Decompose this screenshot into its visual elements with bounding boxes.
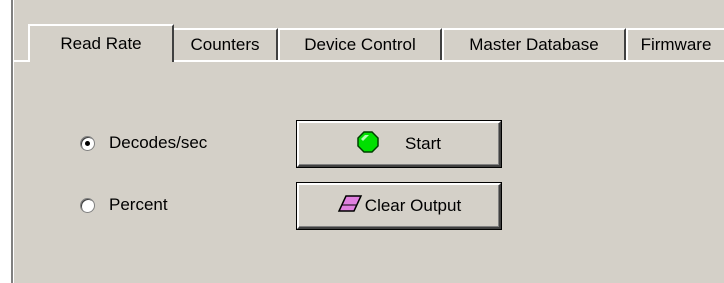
green-octagon-icon <box>357 130 379 158</box>
tab-firmware[interactable]: Firmware <box>626 28 724 60</box>
radio-circle-icon[interactable] <box>80 197 95 213</box>
tab-read-rate[interactable]: Read Rate <box>28 24 174 62</box>
radio-percent[interactable]: Percent <box>80 193 168 217</box>
tab-device-control[interactable]: Device Control <box>278 28 442 60</box>
clear-output-button-label: Clear Output <box>364 196 462 215</box>
radio-circle-icon[interactable] <box>80 135 95 151</box>
radio-selected-dot-icon <box>85 140 90 146</box>
radio-label: Percent <box>109 195 168 214</box>
tab-label: Device Control <box>304 35 416 54</box>
tab-counters[interactable]: Counters <box>172 28 278 60</box>
clear-output-button[interactable]: Clear Output <box>297 183 501 229</box>
radio-decodes-per-sec[interactable]: Decodes/sec <box>80 131 207 155</box>
tab-label: Firmware <box>640 35 712 54</box>
tab-strip: Read Rate Counters Device Control Master… <box>14 24 724 62</box>
tab-master-database[interactable]: Master Database <box>442 28 626 60</box>
eraser-icon <box>337 194 363 219</box>
tab-label: Read Rate <box>60 34 142 53</box>
tab-label: Master Database <box>469 35 599 54</box>
radio-label: Decodes/sec <box>109 133 208 152</box>
start-button[interactable]: Start <box>297 121 501 167</box>
start-button-label: Start <box>405 134 441 153</box>
tab-label: Counters <box>190 35 260 54</box>
